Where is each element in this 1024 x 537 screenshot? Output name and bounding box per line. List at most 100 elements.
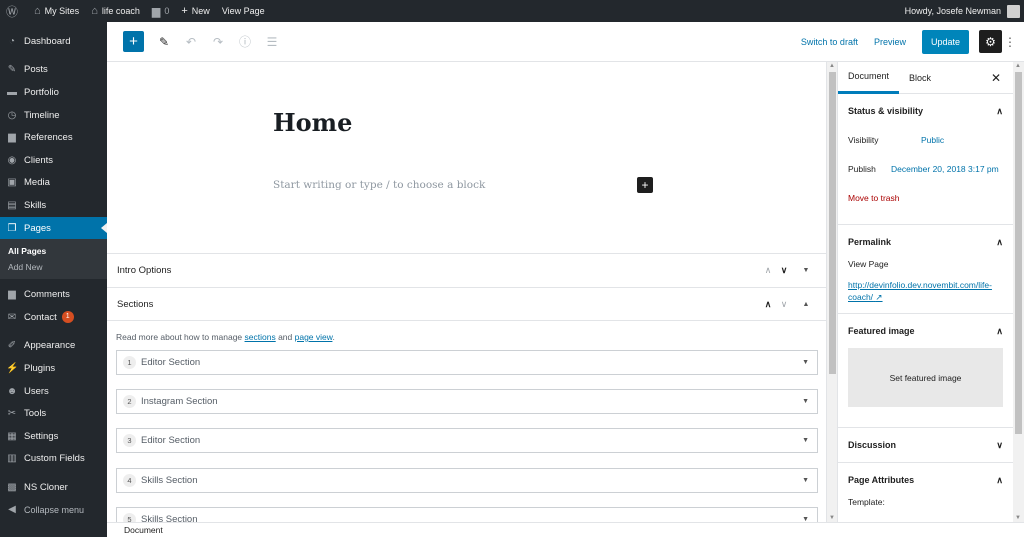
sidebar-item-ns-cloner[interactable]: ▩ NS Cloner: [0, 476, 107, 499]
tab-document[interactable]: Document: [838, 62, 900, 94]
sidebar-item-contact[interactable]: ✉ Contact 1: [0, 306, 107, 329]
sidebar-item-label: Contact: [24, 311, 57, 323]
more-options-button[interactable]: ⋮: [1002, 35, 1018, 49]
section-row[interactable]: 2 Instagram Section ▼: [116, 389, 818, 414]
redo-button[interactable]: ↷: [211, 35, 225, 49]
sidebar-item-tools[interactable]: ✂ Tools: [0, 402, 107, 425]
brush-icon: ✐: [7, 340, 17, 352]
sidebar-item-dashboard[interactable]: ◔ Dashboard: [0, 30, 107, 53]
move-down-icon[interactable]: ∨: [776, 265, 792, 276]
sidebar-item-label: Timeline: [24, 109, 60, 121]
dropdown-arrow-icon[interactable]: ▼: [802, 437, 809, 444]
sidebar-item-comments[interactable]: ▆ Comments: [0, 283, 107, 306]
section-label: Editor Section: [141, 357, 201, 368]
submenu-all-pages[interactable]: All Pages: [0, 243, 107, 259]
permalink-header[interactable]: Permalink ∧: [838, 225, 1013, 259]
set-featured-image-button[interactable]: Set featured image: [848, 348, 1003, 407]
sidebar-item-label: Comments: [24, 289, 70, 301]
sidebar-item-pages[interactable]: ❐ Pages: [0, 216, 107, 240]
sidebar-item-references[interactable]: ▆ References: [0, 126, 107, 149]
permalink-url[interactable]: http://devinfolio.dev.novembit.com/life-…: [838, 279, 1013, 303]
discussion-header[interactable]: Discussion ∨: [838, 428, 1013, 462]
section-number: 4: [123, 474, 136, 487]
page-attributes-header[interactable]: Page Attributes ∧: [838, 463, 1013, 497]
section-label: Skills Section: [141, 475, 198, 486]
tab-block[interactable]: Block: [899, 62, 941, 94]
move-to-trash-button[interactable]: Move to trash: [838, 186, 1013, 210]
comments-link[interactable]: ▆ 0: [146, 0, 175, 22]
section-row[interactable]: 4 Skills Section ▼: [116, 468, 818, 493]
sidebar-item-appearance[interactable]: ✐ Appearance: [0, 335, 107, 358]
scroll-up-icon[interactable]: ▲: [1015, 63, 1021, 69]
publish-label: Publish: [848, 164, 876, 174]
sidebar-item-settings[interactable]: ▦ Settings: [0, 425, 107, 448]
post-title[interactable]: Home: [273, 108, 352, 137]
collapse-menu-button[interactable]: ◀ Collapse menu: [0, 499, 107, 522]
wordpress-logo-button[interactable]: Ⓦ: [0, 0, 28, 22]
content-info-button[interactable]: ⓘ: [238, 33, 252, 50]
toggle-panel-icon[interactable]: ▼: [798, 267, 814, 274]
sidebar-item-custom-fields[interactable]: ▥ Custom Fields: [0, 448, 107, 471]
breadcrumb-document[interactable]: Document: [124, 525, 163, 535]
scroll-down-icon[interactable]: ▼: [829, 515, 835, 521]
tools-button[interactable]: ✎: [157, 35, 171, 49]
site-name-link[interactable]: ⌂ life coach: [85, 0, 146, 22]
visibility-toggle[interactable]: Public: [921, 135, 944, 145]
section-row[interactable]: 3 Editor Section ▼: [116, 428, 818, 453]
dropdown-arrow-icon[interactable]: ▼: [802, 477, 809, 484]
status-visibility-header[interactable]: Status & visibility ∧: [838, 94, 1013, 128]
help-text: and: [275, 332, 295, 342]
switch-to-draft-button[interactable]: Switch to draft: [801, 37, 858, 47]
view-page-link[interactable]: View Page: [216, 0, 271, 22]
move-up-icon[interactable]: ∧: [760, 265, 776, 276]
add-block-button[interactable]: +: [123, 31, 144, 52]
user-circle-icon: ◉: [7, 154, 17, 166]
move-up-icon[interactable]: ∧: [760, 299, 776, 310]
scrollbar-thumb[interactable]: [1015, 72, 1022, 434]
history-icon: ◷: [7, 109, 17, 121]
close-panel-button[interactable]: ✕: [991, 71, 1001, 85]
inline-add-block-button[interactable]: +: [637, 177, 653, 193]
publish-date-toggle[interactable]: December 20, 2018 3:17 pm: [891, 164, 999, 174]
dropdown-arrow-icon[interactable]: ▼: [802, 359, 809, 366]
editor-scrollbar[interactable]: ▲ ▼: [826, 62, 837, 522]
settings-button[interactable]: ⚙: [979, 30, 1002, 53]
sidebar-item-portfolio[interactable]: ▬ Portfolio: [0, 81, 107, 104]
featured-image-header[interactable]: Featured image ∧: [838, 314, 1013, 348]
folder-icon: ▬: [7, 86, 17, 98]
block-placeholder[interactable]: Start writing or type / to choose a bloc…: [273, 179, 485, 191]
block-navigation-button[interactable]: ☰: [265, 35, 279, 49]
scrollbar-thumb[interactable]: [829, 72, 836, 374]
intro-options-metabox[interactable]: Intro Options ∧ ∨ ▼: [107, 253, 826, 287]
sidebar-item-media[interactable]: ▣ Media: [0, 172, 107, 195]
undo-button[interactable]: ↶: [184, 35, 198, 49]
new-content-link[interactable]: + New: [175, 0, 215, 22]
scroll-up-icon[interactable]: ▲: [829, 63, 835, 69]
section-row[interactable]: 1 Editor Section ▼: [116, 350, 818, 375]
dropdown-arrow-icon[interactable]: ▼: [802, 398, 809, 405]
toggle-panel-icon[interactable]: ▲: [798, 301, 814, 308]
sidebar-item-posts[interactable]: ✎ Posts: [0, 59, 107, 82]
panel-section-title: Permalink: [848, 237, 892, 247]
update-button[interactable]: Update: [921, 29, 969, 54]
panel-scrollbar[interactable]: ▲ ▼: [1013, 62, 1024, 522]
page-view-link[interactable]: page view: [295, 332, 333, 342]
sidebar-item-plugins[interactable]: ⚡ Plugins: [0, 357, 107, 380]
sections-link[interactable]: sections: [245, 332, 276, 342]
sidebar-item-clients[interactable]: ◉ Clients: [0, 149, 107, 172]
sections-metabox[interactable]: Sections ∧ ∨ ▲: [107, 287, 826, 321]
sidebar-item-timeline[interactable]: ◷ Timeline: [0, 104, 107, 127]
sidebar-item-skills[interactable]: ▤ Skills: [0, 194, 107, 217]
move-down-icon[interactable]: ∨: [776, 299, 792, 310]
sidebar-item-users[interactable]: ☻ Users: [0, 380, 107, 403]
permalink-url-part: http://devinfolio.dev.novembit.com/life-: [848, 280, 992, 290]
scroll-down-icon[interactable]: ▼: [1015, 515, 1021, 521]
preview-button[interactable]: Preview: [874, 37, 906, 47]
sections-help-text: Read more about how to manage sections a…: [116, 332, 335, 342]
section-row[interactable]: 5 Skills Section ▼: [116, 507, 818, 522]
pages-icon: ❐: [7, 222, 17, 234]
my-sites-link[interactable]: ⌂ My Sites: [28, 0, 85, 22]
account-menu[interactable]: Howdy, Josefe Newman: [899, 0, 1020, 22]
panel-section-title: Page Attributes: [848, 475, 915, 485]
submenu-add-new[interactable]: Add New: [0, 259, 107, 275]
